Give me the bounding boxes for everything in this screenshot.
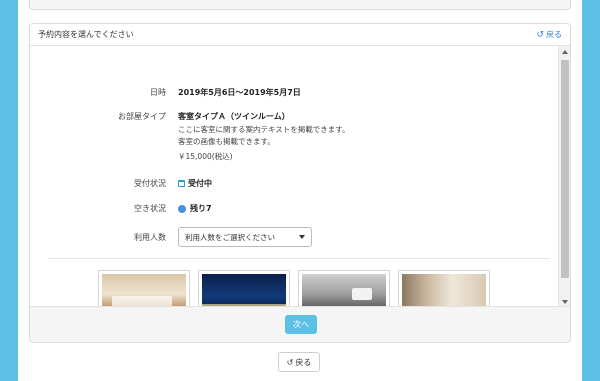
vacancy-status-text: 残り7 — [190, 204, 212, 213]
reservation-panel: 予約内容を選んでください ↺ 戻る 日時 2019年5月6日～2019年5月7日… — [29, 23, 571, 343]
room-type-label: お部屋タイプ — [118, 112, 166, 121]
panel-footer: 次へ — [30, 306, 570, 342]
pool-night-image — [202, 274, 286, 308]
vacancy-dot-icon — [178, 204, 186, 213]
room-name: 客室タイプＡ（ツインルーム） — [178, 112, 290, 121]
undo-arrow-icon: ↺ — [536, 29, 544, 40]
vacancy-label: 空き状況 — [134, 204, 166, 213]
restaurant-image — [102, 274, 186, 308]
scroll-down-icon[interactable] — [562, 300, 568, 304]
vacancy-row: 空き状況 残り7 — [30, 203, 560, 214]
vacancy-status: 残り7 — [178, 203, 212, 214]
reception-row: 受付状況 受付中 — [30, 178, 560, 189]
desk-image — [302, 274, 386, 308]
room-image-thumb-4[interactable] — [398, 270, 490, 308]
header-back-label: 戻る — [546, 30, 562, 39]
previous-panel-edge — [29, 0, 571, 10]
guests-row: 利用人数 利用人数をご選択ください — [30, 227, 560, 247]
room-image-thumb-3[interactable] — [298, 270, 390, 308]
reception-label: 受付状況 — [134, 179, 166, 188]
scroll-up-icon[interactable] — [562, 50, 568, 54]
undo-arrow-icon: ↺ — [286, 357, 294, 367]
section-divider — [48, 258, 550, 259]
date-value: 2019年5月6日～2019年5月7日 — [178, 88, 301, 97]
panel-title: 予約内容を選んでください — [38, 30, 134, 39]
room-description-line2: 客室の画像も掲載できます。 — [178, 137, 275, 146]
details-content: 日時 2019年5月6日～2019年5月7日 お部屋タイプ 客室タイプＡ（ツイン… — [30, 46, 560, 308]
vertical-scrollbar[interactable] — [558, 46, 570, 308]
panel-header: 予約内容を選んでください ↺ 戻る — [30, 24, 570, 46]
bottom-back-label: 戻る — [295, 357, 312, 367]
room-image-thumb-2[interactable] — [198, 270, 290, 308]
details-scroll-area[interactable]: 日時 2019年5月6日～2019年5月7日 お部屋タイプ 客室タイプＡ（ツイン… — [30, 46, 570, 308]
caret-down-icon — [299, 235, 305, 239]
guests-select[interactable]: 利用人数をご選択ください — [178, 227, 312, 247]
reception-status: 受付中 — [178, 178, 212, 189]
bedroom-image — [402, 274, 486, 308]
date-label: 日時 — [150, 88, 166, 97]
room-description-line1: ここに客室に関する案内テキストを掲載できます。 — [178, 125, 350, 134]
scrollbar-thumb[interactable] — [561, 60, 569, 278]
room-type-row: お部屋タイプ 客室タイプＡ（ツインルーム） ここに客室に関する案内テキストを掲載… — [30, 111, 560, 162]
date-row: 日時 2019年5月6日～2019年5月7日 — [30, 87, 560, 98]
reception-status-text: 受付中 — [188, 179, 212, 188]
header-back-link[interactable]: ↺ 戻る — [536, 29, 562, 40]
next-button[interactable]: 次へ — [285, 315, 317, 334]
room-type-value: 客室タイプＡ（ツインルーム） ここに客室に関する案内テキストを掲載できます。 客… — [178, 111, 350, 162]
bottom-back-button[interactable]: ↺ 戻る — [278, 352, 320, 372]
room-image-gallery — [98, 270, 490, 308]
guests-label: 利用人数 — [134, 232, 166, 242]
calendar-icon — [178, 180, 185, 187]
guests-select-value: 利用人数をご選択ください — [185, 232, 275, 242]
page-container: 予約内容を選んでください ↺ 戻る 日時 2019年5月6日～2019年5月7日… — [18, 0, 582, 381]
room-image-thumb-1[interactable] — [98, 270, 190, 308]
room-price: ￥15,000(税込) — [178, 152, 233, 161]
